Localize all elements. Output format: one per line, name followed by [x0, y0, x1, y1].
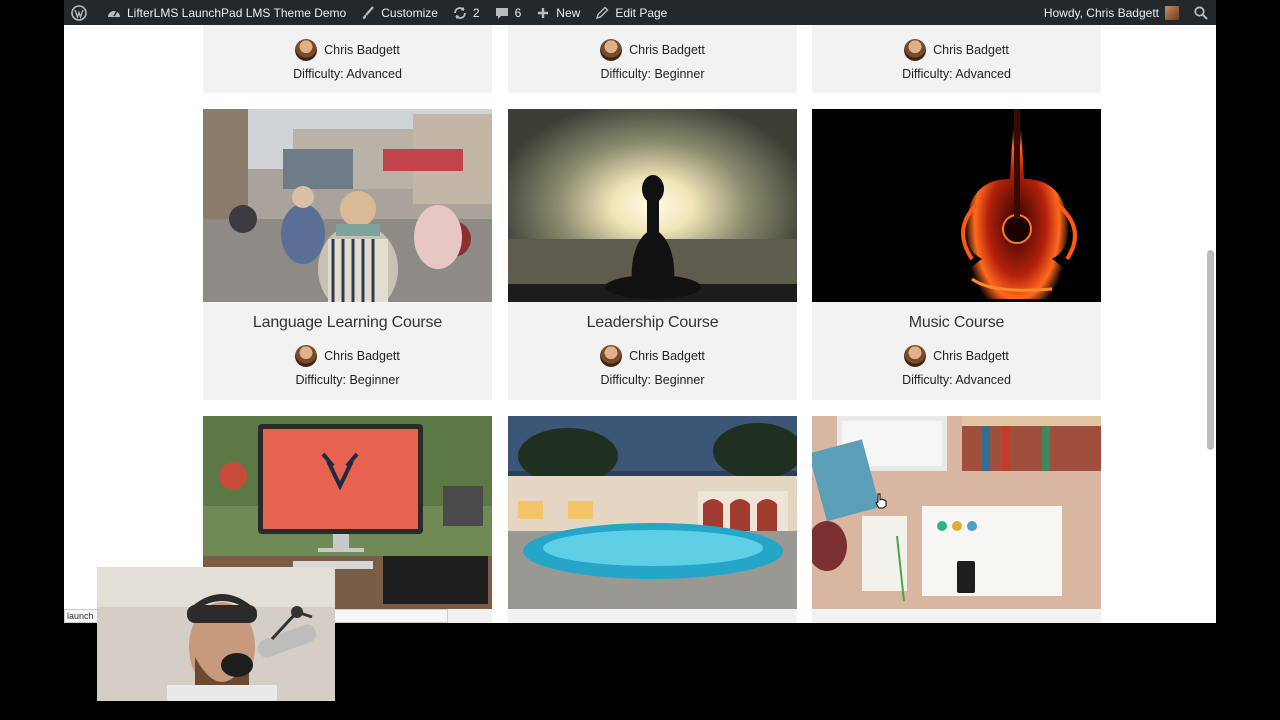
edit-page-label: Edit Page — [615, 5, 668, 20]
author-name: Chris Badgett — [933, 349, 1009, 363]
search-icon — [1194, 5, 1208, 20]
comments-count: 6 — [514, 5, 522, 20]
course-card-music[interactable]: Music Course Chris Badgett Difficulty: A… — [812, 109, 1101, 400]
course-title[interactable]: Language Learning Course — [203, 302, 492, 344]
course-image-meditation[interactable] — [508, 109, 797, 302]
webcam-video-overlay — [97, 567, 335, 701]
course-author: Chris Badgett — [203, 38, 492, 62]
course-title[interactable]: Music Course — [812, 302, 1101, 344]
hand-cursor-icon — [875, 493, 887, 509]
author-name: Chris Badgett — [629, 349, 705, 363]
course-card-pool[interactable] — [508, 416, 797, 623]
author-avatar — [600, 345, 623, 367]
howdy-label: Howdy, Chris Badgett — [1043, 5, 1159, 20]
course-author: Chris Badgett — [203, 344, 492, 368]
updates-icon — [454, 6, 466, 19]
wp-admin-bar: LifterLMS LaunchPad LMS Theme Demo Custo… — [64, 0, 1216, 25]
author-name: Chris Badgett — [933, 43, 1009, 57]
course-image-fire-guitar[interactable] — [812, 109, 1101, 302]
course-image-street[interactable] — [203, 109, 492, 302]
updates-count: 2 — [472, 5, 480, 20]
course-difficulty: Difficulty: Advanced — [902, 67, 1011, 81]
comment-icon — [495, 7, 508, 19]
author-name: Chris Badgett — [629, 43, 705, 57]
wordpress-icon — [71, 4, 87, 21]
comments-link[interactable]: 6 — [487, 0, 529, 25]
course-author: Chris Badgett — [812, 344, 1101, 368]
course-difficulty: Difficulty: Beginner — [600, 67, 705, 81]
dashboard-icon — [108, 10, 120, 17]
author-name: Chris Badgett — [324, 349, 400, 363]
site-title: LifterLMS LaunchPad LMS Theme Demo — [127, 5, 347, 20]
page-scrollbar[interactable] — [1207, 250, 1214, 450]
course-difficulty: Difficulty: Advanced — [902, 373, 1011, 387]
new-content-link[interactable]: New — [528, 0, 587, 25]
course-card-partial[interactable]: Chris Badgett Difficulty: Advanced — [812, 25, 1101, 93]
course-card-partial[interactable]: Chris Badgett Difficulty: Advanced — [203, 25, 492, 93]
author-avatar — [295, 39, 318, 61]
user-avatar — [1165, 5, 1179, 20]
edit-page-link[interactable]: Edit Page — [587, 0, 674, 25]
course-author: Chris Badgett — [812, 38, 1101, 62]
plus-icon — [538, 7, 549, 18]
author-avatar — [904, 39, 927, 61]
course-card-partial[interactable]: Chris Badgett Difficulty: Beginner — [508, 25, 797, 93]
my-account-link[interactable]: Howdy, Chris Badgett — [1037, 0, 1186, 25]
course-author: Chris Badgett — [508, 344, 797, 368]
author-avatar — [600, 39, 623, 61]
course-title[interactable]: Leadership Course — [508, 302, 797, 344]
course-image-pool-villa[interactable] — [508, 416, 797, 609]
site-name-link[interactable]: LifterLMS LaunchPad LMS Theme Demo — [99, 0, 353, 25]
course-card-leadership[interactable]: Leadership Course Chris Badgett Difficul… — [508, 109, 797, 400]
author-avatar — [295, 345, 318, 367]
search-button[interactable] — [1186, 0, 1216, 25]
course-difficulty: Difficulty: Beginner — [295, 373, 400, 387]
author-avatar — [904, 345, 927, 367]
course-card-design[interactable] — [812, 416, 1101, 623]
wp-logo-button[interactable] — [64, 0, 99, 25]
brush-icon — [363, 5, 375, 19]
course-card-language-learning[interactable]: Language Learning Course Chris Badgett D… — [203, 109, 492, 400]
updates-link[interactable]: 2 — [445, 0, 487, 25]
course-difficulty: Difficulty: Beginner — [600, 373, 705, 387]
course-grid-page: Chris Badgett Difficulty: Advanced Chris… — [64, 25, 1216, 623]
new-label: New — [556, 5, 581, 20]
course-image-design-desk[interactable] — [812, 416, 1101, 609]
customize-link[interactable]: Customize — [353, 0, 445, 25]
customize-label: Customize — [381, 5, 438, 20]
course-difficulty: Difficulty: Advanced — [293, 67, 402, 81]
course-author: Chris Badgett — [508, 38, 797, 62]
screen: LifterLMS LaunchPad LMS Theme Demo Custo… — [0, 0, 1280, 720]
author-name: Chris Badgett — [324, 43, 400, 57]
pencil-icon — [596, 6, 609, 19]
